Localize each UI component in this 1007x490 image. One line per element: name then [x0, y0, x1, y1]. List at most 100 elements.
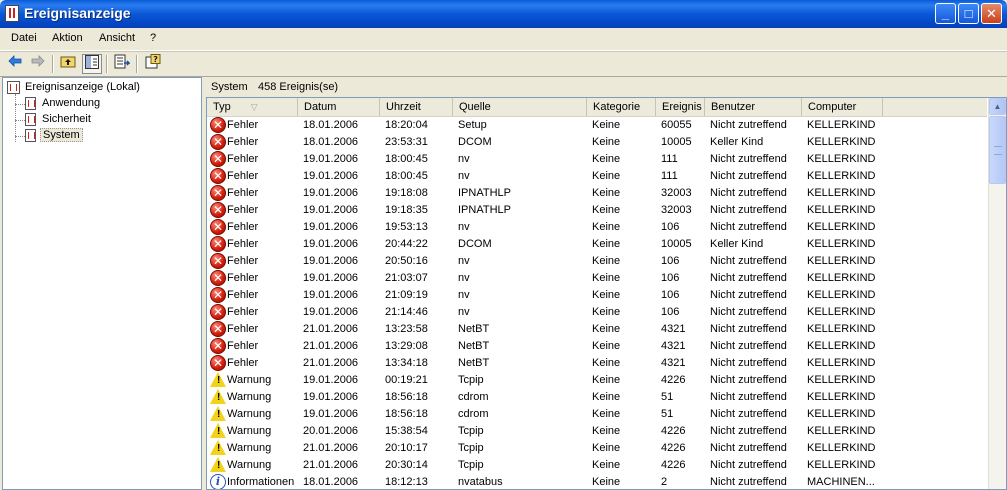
cell-ereignis: 4321: [661, 340, 686, 352]
error-icon: ✕: [210, 219, 226, 235]
log-icon: [25, 129, 36, 142]
column-header-quelle[interactable]: Quelle: [453, 98, 587, 116]
error-icon: ✕: [210, 168, 226, 184]
table-row[interactable]: ✕ Fehler 18.01.2006 23:53:31 DCOM Keine 10005 K…: [207, 134, 987, 151]
cell-computer: KELLERKIND: [807, 238, 876, 250]
tree-connector: [15, 120, 25, 121]
cell-typ: Fehler: [227, 221, 259, 233]
show-hide-tree-icon[interactable]: [82, 54, 102, 74]
cell-kategorie: Keine: [592, 204, 621, 216]
cell-datum: 18.01.2006: [303, 476, 359, 488]
minimize-button[interactable]: _: [935, 3, 956, 24]
cell-kategorie: Keine: [592, 221, 621, 233]
column-header-datum[interactable]: Datum: [298, 98, 380, 116]
cell-quelle: Tcpip: [458, 459, 484, 471]
cell-benutzer: Nicht zutreffend: [710, 476, 787, 488]
title-bar[interactable]: Ereignisanzeige _ □ ✕: [0, 0, 1007, 28]
cell-datum: 19.01.2006: [303, 170, 359, 182]
table-row[interactable]: ! Warnung 19.01.2006 00:19:21 Tcpip Keine 4226…: [207, 372, 987, 389]
cell-kategorie: Keine: [592, 374, 621, 386]
log-icon: [25, 97, 36, 110]
column-header-uhrzeit[interactable]: Uhrzeit: [380, 98, 453, 116]
cell-datum: 19.01.2006: [303, 391, 359, 403]
cell-uhrzeit: 00:19:21: [385, 374, 428, 386]
warning-icon: !: [210, 440, 226, 456]
cell-datum: 19.01.2006: [303, 153, 359, 165]
cell-typ: Fehler: [227, 289, 259, 301]
table-row[interactable]: ✕ Fehler 21.01.2006 13:34:18 NetBT Keine 4321 N…: [207, 355, 987, 372]
table-row[interactable]: ! Warnung 19.01.2006 18:56:18 cdrom Keine 51 Ni…: [207, 406, 987, 423]
column-header-label: Typ: [213, 101, 231, 113]
vertical-scrollbar[interactable]: ▲: [988, 98, 1006, 489]
cell-benutzer: Nicht zutreffend: [710, 272, 787, 284]
close-button[interactable]: ✕: [981, 3, 1002, 24]
cell-computer: KELLERKIND: [807, 391, 876, 403]
cell-ereignis: 106: [661, 272, 680, 284]
table-row[interactable]: ✕ Fehler 19.01.2006 21:03:07 nv Keine 106 Nicht…: [207, 270, 987, 287]
tree-connector: [15, 136, 25, 137]
event-viewer-app-icon[interactable]: [5, 5, 19, 22]
cell-ereignis: 106: [661, 255, 680, 267]
cell-benutzer: Nicht zutreffend: [710, 289, 787, 301]
cell-datum: 19.01.2006: [303, 272, 359, 284]
warning-mark: !: [217, 426, 221, 437]
column-header-computer[interactable]: Computer: [802, 98, 883, 116]
tree-connector: [15, 104, 25, 105]
menu-help[interactable]: ?: [150, 32, 156, 44]
column-header-benutzer[interactable]: Benutzer: [705, 98, 802, 116]
column-header-kategorie[interactable]: Kategorie: [587, 98, 656, 116]
menu-aktion[interactable]: Aktion: [52, 32, 83, 44]
table-row[interactable]: i Informationen 18.01.2006 18:12:13 nvatabus…: [207, 474, 987, 489]
table-row[interactable]: ✕ Fehler 19.01.2006 20:44:22 DCOM Keine 10005 K…: [207, 236, 987, 253]
table-row[interactable]: ✕ Fehler 19.01.2006 19:18:08 IPNATHLP Keine 32…: [207, 185, 987, 202]
cell-kategorie: Keine: [592, 459, 621, 471]
event-list[interactable]: Typ ▽ Datum Uhrzeit Quelle Kategorie Erei…: [206, 97, 1007, 490]
back-arrow-icon[interactable]: [5, 54, 25, 74]
error-icon: ✕: [210, 117, 226, 133]
table-row[interactable]: ✕ Fehler 18.01.2006 18:20:04 Setup Keine 60055…: [207, 117, 987, 134]
cell-datum: 21.01.2006: [303, 459, 359, 471]
cell-datum: 19.01.2006: [303, 374, 359, 386]
table-row[interactable]: ✕ Fehler 21.01.2006 13:29:08 NetBT Keine 4321 N…: [207, 338, 987, 355]
cell-computer: KELLERKIND: [807, 204, 876, 216]
table-row[interactable]: ✕ Fehler 19.01.2006 21:14:46 nv Keine 106 Nicht…: [207, 304, 987, 321]
scroll-up-button[interactable]: ▲: [989, 98, 1006, 115]
table-row[interactable]: ✕ Fehler 21.01.2006 13:23:58 NetBT Keine 4321 N…: [207, 321, 987, 338]
toolbar: ?: [0, 51, 1007, 77]
table-row[interactable]: ! Warnung 20.01.2006 15:38:54 Tcpip Keine 4226…: [207, 423, 987, 440]
cell-datum: 20.01.2006: [303, 425, 359, 437]
table-row[interactable]: ! Warnung 19.01.2006 18:56:18 cdrom Keine 51 Ni…: [207, 389, 987, 406]
table-row[interactable]: ! Warnung 21.01.2006 20:30:14 Tcpip Keine 4226…: [207, 457, 987, 474]
table-row[interactable]: ✕ Fehler 19.01.2006 19:18:35 IPNATHLP Keine 32…: [207, 202, 987, 219]
menu-ansicht[interactable]: Ansicht: [99, 32, 135, 44]
table-row[interactable]: ✕ Fehler 19.01.2006 18:00:45 nv Keine 111 Nicht…: [207, 168, 987, 185]
toolbar-separator: [52, 55, 54, 73]
help-icon[interactable]: ?: [143, 54, 163, 74]
cell-datum: 19.01.2006: [303, 306, 359, 318]
list-header: Typ ▽ Datum Uhrzeit Quelle Kategorie Erei…: [207, 98, 987, 117]
export-list-icon[interactable]: [112, 54, 132, 74]
table-row[interactable]: ✕ Fehler 19.01.2006 19:53:13 nv Keine 106 Nicht…: [207, 219, 987, 236]
cell-typ: Fehler: [227, 255, 259, 267]
error-icon: ✕: [210, 253, 226, 269]
cell-quelle: Tcpip: [458, 425, 484, 437]
menu-datei[interactable]: Datei: [11, 32, 37, 44]
table-row[interactable]: ✕ Fehler 19.01.2006 21:09:19 nv Keine 106 Nicht…: [207, 287, 987, 304]
error-icon: ✕: [210, 338, 226, 354]
table-row[interactable]: ! Warnung 21.01.2006 20:10:17 Tcpip Keine 4226…: [207, 440, 987, 457]
forward-arrow-icon[interactable]: [28, 54, 48, 74]
cell-ereignis: 51: [661, 391, 674, 403]
cell-uhrzeit: 23:53:31: [385, 136, 428, 148]
column-header-typ[interactable]: Typ ▽: [207, 98, 298, 116]
table-row[interactable]: ✕ Fehler 19.01.2006 18:00:45 nv Keine 111 Nicht…: [207, 151, 987, 168]
cell-datum: 19.01.2006: [303, 255, 359, 267]
up-folder-icon[interactable]: [58, 54, 78, 74]
cell-uhrzeit: 19:18:35: [385, 204, 428, 216]
column-header-ereignis[interactable]: Ereignis: [656, 98, 705, 116]
scroll-thumb[interactable]: [989, 116, 1006, 184]
tree-pane[interactable]: Ereignisanzeige (Lokal) Anwendung Sicher…: [2, 77, 202, 490]
warning-icon: !: [210, 423, 226, 439]
maximize-button[interactable]: □: [958, 3, 979, 24]
cell-computer: KELLERKIND: [807, 408, 876, 420]
table-row[interactable]: ✕ Fehler 19.01.2006 20:50:16 nv Keine 106 Nicht…: [207, 253, 987, 270]
